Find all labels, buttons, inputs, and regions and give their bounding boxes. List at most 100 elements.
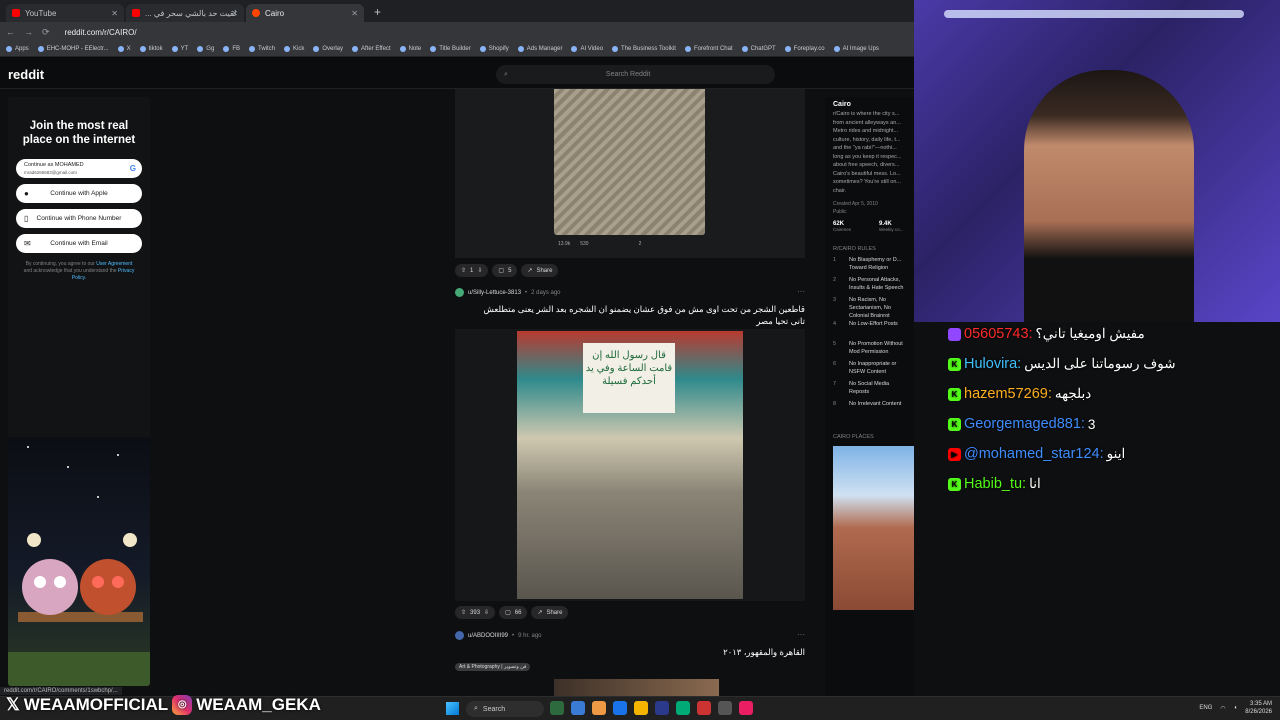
post2-vote-button[interactable]: ⇧ 393 ⇩: [455, 606, 496, 619]
chrome-icon[interactable]: [634, 701, 648, 715]
rule-number: 4: [833, 321, 837, 327]
post3-flair[interactable]: Art & Photography | فن وتصوير: [455, 663, 531, 671]
rule-item[interactable]: 1 No Blasphemy or D... Toward Religion: [833, 256, 906, 276]
post2-title[interactable]: قاطعين الشجر من تحت اوى مش من فوق عشان ي…: [468, 303, 805, 327]
bookmark-label: EHC-MOHP - EElectr...: [46, 46, 109, 52]
wifi-icon[interactable]: ◠: [1220, 705, 1225, 712]
vote-count: 393: [470, 609, 481, 616]
post2-share-button[interactable]: ↗ Share: [531, 606, 569, 619]
bookmark-item[interactable]: Twitch: [248, 46, 275, 52]
reddit-logo[interactable]: reddit: [8, 67, 44, 82]
rules-header: R/CAIRO RULES: [833, 246, 876, 252]
bookmark-item[interactable]: YT: [171, 46, 188, 52]
continue-phone-button[interactable]: ▯ Continue with Phone Number: [16, 209, 142, 228]
post1-vote-button[interactable]: ⇧ 1 ⇩: [455, 264, 489, 277]
downvote-icon[interactable]: ⇩: [484, 609, 489, 616]
post3-more-icon[interactable]: ···: [797, 630, 805, 639]
app-icon[interactable]: [676, 701, 690, 715]
subreddit-description: r/Cairo is where the city s... from anci…: [833, 111, 902, 194]
bookmark-item[interactable]: Title Builder: [430, 46, 471, 52]
volume-icon[interactable]: ◖: [1234, 705, 1238, 711]
bookmark-item[interactable]: Gg: [197, 46, 214, 52]
close-icon[interactable]: ✕: [351, 9, 358, 18]
rule-item[interactable]: 8 No Irrelevant Content: [833, 400, 906, 420]
bookmark-item[interactable]: Shopify: [479, 46, 509, 52]
post2-author[interactable]: u/Silly-Lettuce-3813: [468, 290, 521, 296]
tab-video[interactable]: لقيت حد بالشي سحر في ... ✕: [126, 4, 244, 22]
post1-comments-button[interactable]: ▢ 5: [492, 264, 518, 277]
close-icon[interactable]: ✕: [231, 9, 238, 18]
tab-youtube[interactable]: YouTube ✕: [6, 4, 124, 22]
back-icon[interactable]: ←: [6, 27, 15, 37]
tray-lang[interactable]: ENG: [1199, 705, 1212, 711]
continue-google-button[interactable]: Continue as MOHAMED mrad6265683@gmail.co…: [16, 159, 142, 178]
chat-username: @mohamed_star124:: [964, 446, 1104, 462]
bookmark-item[interactable]: The Business Toolkit: [612, 46, 676, 52]
rule-number: 7: [833, 381, 837, 387]
app-icon[interactable]: [571, 701, 585, 715]
rule-item[interactable]: 3 No Racism, No Sectarianism, No Colonial…: [833, 296, 906, 320]
rule-item[interactable]: 7 No Social Media Reposts: [833, 380, 906, 400]
bookmark-item[interactable]: Apps: [6, 46, 29, 52]
bookmark-item[interactable]: FB: [223, 46, 240, 52]
bookmark-item[interactable]: Note: [399, 46, 421, 52]
rule-item[interactable]: 6 No Inappropriate or NSFW Content: [833, 360, 906, 380]
clock[interactable]: 3:35 AM 8/26/2026: [1245, 700, 1272, 716]
embedded-share-count: 2: [638, 241, 642, 247]
url-field[interactable]: reddit.com/r/CAIRO/: [65, 28, 137, 37]
post3-title[interactable]: القاهرة والمقهور، ٢٠١٣: [468, 646, 805, 658]
search-icon: ⌕: [504, 70, 508, 78]
reddit-header: reddit ⌕ Search Reddit: [0, 57, 914, 89]
upvote-icon[interactable]: ⇧: [461, 267, 466, 274]
reload-icon[interactable]: ⟳: [42, 27, 50, 38]
bookmark-item[interactable]: AI Image Ups: [833, 46, 879, 52]
user-agreement-link[interactable]: User Agreement: [96, 261, 132, 267]
bookmark-item[interactable]: AI Video: [571, 46, 603, 52]
post1-image[interactable]: [554, 89, 705, 235]
post1-share-button[interactable]: ↗ Share: [521, 264, 559, 277]
bookmark-item[interactable]: After Effect: [352, 46, 391, 52]
post2-media[interactable]: قال رسول الله إن قامت الساعة وفي يد أحدك…: [455, 329, 805, 601]
taskbar-search[interactable]: ⌕ Search: [466, 701, 544, 717]
close-icon[interactable]: ✕: [111, 9, 118, 18]
bookmark-item[interactable]: Foreplay.co: [784, 46, 825, 52]
upvote-icon[interactable]: ⇧: [461, 609, 466, 616]
new-tab-button[interactable]: +: [366, 5, 389, 22]
start-icon[interactable]: [446, 702, 459, 715]
app-icon[interactable]: [718, 701, 732, 715]
bookmark-item[interactable]: EHC-MOHP - EElectr...: [37, 46, 109, 52]
bookmark-label: AI Image Ups: [842, 46, 879, 52]
app-icon[interactable]: [655, 701, 669, 715]
cairo-place-image[interactable]: [833, 446, 914, 610]
post2-comments-button[interactable]: ▢ 66: [499, 606, 528, 619]
bookmark-item[interactable]: X: [117, 46, 131, 52]
downvote-icon[interactable]: ⇩: [477, 267, 482, 274]
comment-icon: ▢: [505, 610, 511, 616]
tab-cairo[interactable]: Cairo ✕: [246, 4, 364, 22]
app-icon[interactable]: [697, 701, 711, 715]
continue-email-button[interactable]: ✉ Continue with Email: [16, 234, 142, 253]
post3-media[interactable]: [554, 679, 719, 696]
continue-apple-button[interactable]: ● Continue with Apple: [16, 184, 142, 203]
forward-icon[interactable]: →: [24, 27, 33, 37]
rule-item[interactable]: 2 No Personal Attacks, Insults & Hate Spe…: [833, 276, 906, 296]
bookmark-item[interactable]: Forefront Chat: [684, 46, 733, 52]
bookmark-favicon-icon: [117, 46, 124, 52]
bookmark-item[interactable]: Kick: [284, 46, 304, 52]
app-icon[interactable]: [592, 701, 606, 715]
rule-item[interactable]: 4 No Low-Effort Posts: [833, 320, 906, 340]
rule-item[interactable]: 5 No Promotion Without Mod Permission: [833, 340, 906, 360]
bookmark-item[interactable]: ChatGPT: [741, 46, 776, 52]
search-input[interactable]: ⌕ Search Reddit: [496, 65, 775, 84]
bookmark-item[interactable]: Overlay: [313, 46, 343, 52]
app-icon[interactable]: [550, 701, 564, 715]
browser-icon[interactable]: [613, 701, 627, 715]
bookmark-item[interactable]: tiktok: [139, 46, 163, 52]
avatar[interactable]: [455, 631, 464, 640]
comment-icon: ▢: [498, 268, 505, 274]
post3-author[interactable]: u/ABDOOIIII99: [468, 633, 508, 639]
avatar[interactable]: [455, 288, 464, 297]
bookmark-item[interactable]: Ads Manager: [517, 46, 562, 52]
post2-more-icon[interactable]: ···: [797, 287, 805, 296]
app-icon[interactable]: [739, 701, 753, 715]
